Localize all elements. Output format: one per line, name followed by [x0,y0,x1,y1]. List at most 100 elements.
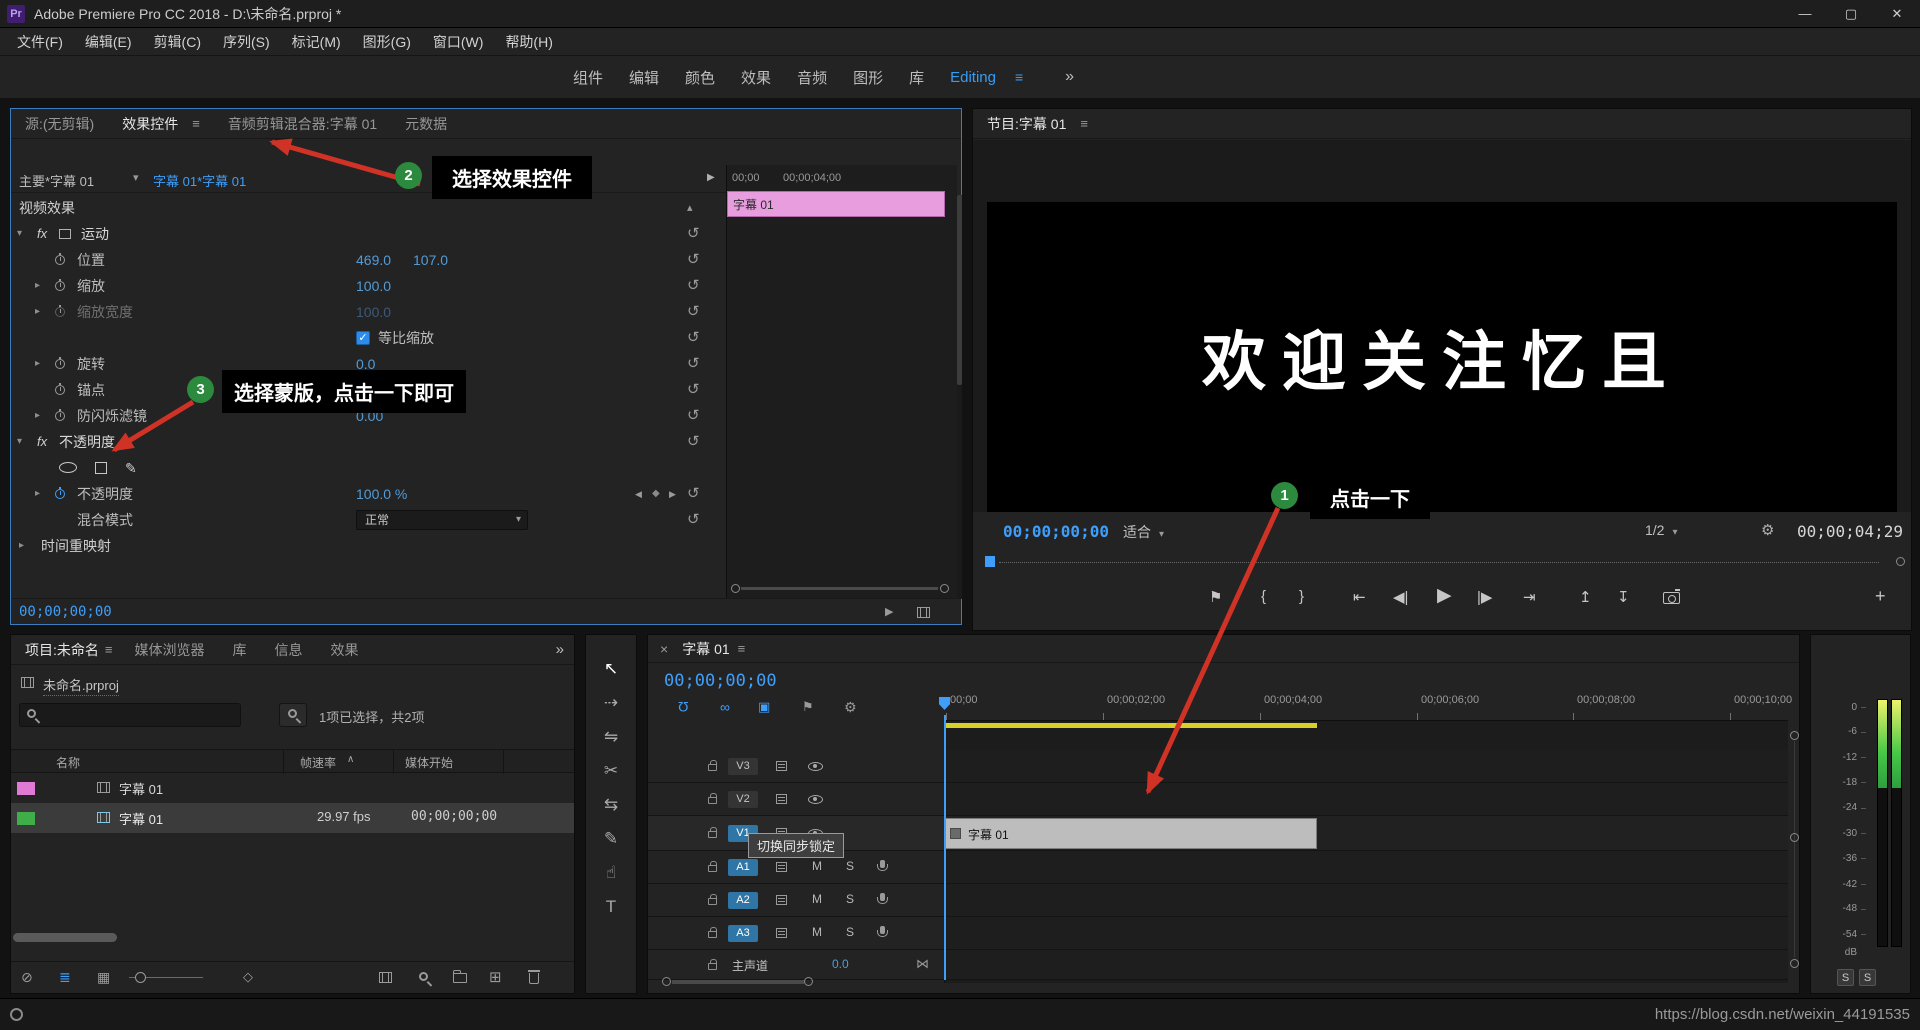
expander-icon[interactable]: ▾ [17,221,22,247]
eye-icon[interactable] [808,795,823,804]
slip-tool[interactable]: ⇆ [586,795,636,815]
close-tab-icon[interactable]: × [648,641,674,657]
settings-wrench-icon[interactable]: ⚙ [1761,521,1774,539]
tab-media-browser[interactable]: 媒体浏览器 [120,640,218,660]
tab-project[interactable]: 项目:未命名 [11,640,105,660]
track-name-v3[interactable]: V3 [728,758,758,775]
uniform-scale-checkbox[interactable]: ✓ [356,331,370,345]
sync-lock-icon[interactable] [776,895,787,905]
track-select-forward-tool[interactable]: ⇢ [586,693,636,713]
reset-button[interactable]: ↺ [687,299,700,325]
solo-left-button[interactable]: S [1837,969,1854,986]
zoom-handle[interactable] [1896,557,1905,566]
tab-effect-controls[interactable]: 效果控件 [108,114,192,134]
next-keyframe-icon[interactable]: ▶ [669,481,676,507]
reset-button[interactable]: ↺ [687,481,700,507]
lock-icon[interactable] [708,894,717,905]
expander-icon[interactable]: ▸ [35,273,40,299]
column-name[interactable]: 名称 [56,754,80,771]
fit-dropdown[interactable]: 适合 ▾ [1123,522,1164,542]
lock-icon[interactable] [708,827,717,838]
panel-menu-icon[interactable]: ≡ [192,116,200,131]
timeline-clip[interactable]: 字幕 01 [945,818,1317,849]
h-scroll-track[interactable] [672,980,804,984]
pen-tool[interactable]: ✎ [586,829,636,849]
prev-keyframe-icon[interactable]: ◀ [635,481,642,507]
zoom-slider-thumb[interactable] [135,972,146,983]
close-button[interactable]: ✕ [1874,0,1920,28]
export-frame-button[interactable] [1663,589,1680,604]
solo-right-button[interactable]: S [1859,969,1876,986]
item-name[interactable]: 字幕 01 [119,809,163,828]
tab-program-monitor[interactable]: 节目:字幕 01 [973,114,1080,134]
track-name-v2[interactable]: V2 [728,791,758,808]
track-lane-a3[interactable] [944,917,1788,950]
column-frame-rate[interactable]: 帧速率 [300,754,336,771]
h-scroll-handle-right[interactable] [804,977,813,986]
list-view-button[interactable]: ≣ [59,969,71,986]
automate-to-sequence-icon[interactable] [379,972,392,983]
workspace-tab-editing[interactable]: Editing [937,69,1009,86]
v-scroll-handle-mid[interactable] [1790,833,1799,842]
eye-icon[interactable] [808,762,823,771]
column-media-start[interactable]: 媒体开始 [405,754,453,771]
maximize-button[interactable]: ▢ [1828,0,1874,28]
go-to-in-button[interactable]: ⇤ [1353,588,1366,606]
workspace-tab-color[interactable]: 颜色 [672,67,728,88]
stopwatch-icon[interactable] [55,357,65,369]
sort-asc-icon[interactable]: ∧ [347,754,354,765]
reset-button[interactable]: ↺ [687,377,700,403]
master-clip-label[interactable]: 主要*字幕 01 [19,171,94,190]
item-name[interactable]: 字幕 01 [119,779,163,798]
program-playhead-handle[interactable] [985,556,995,567]
lock-icon[interactable] [708,760,717,771]
stopwatch-icon[interactable] [55,383,65,395]
scroll-handle-left[interactable] [731,584,740,593]
add-keyframe-icon[interactable]: ◆ [652,481,660,507]
position-y-value[interactable]: 107.0 [413,247,448,273]
reset-button[interactable]: ↺ [687,273,700,299]
rect-mask-icon[interactable] [95,462,107,474]
reset-button[interactable]: ↺ [687,429,700,455]
tab-audio-clip-mixer[interactable]: 音频剪辑混合器:字幕 01 [214,114,391,134]
effect-row-motion[interactable]: ▾ fx 运动 ↺ [11,221,725,247]
blend-mode-dropdown[interactable]: 正常 ▾ [356,510,528,530]
effect-row-opacity[interactable]: ▾ fx 不透明度 ↺ [11,429,725,455]
tab-metadata[interactable]: 元数据 [391,114,461,134]
type-tool[interactable]: T [586,897,636,917]
track-lane-a1[interactable] [944,851,1788,884]
track-lane-master[interactable] [944,950,1788,980]
solo-button[interactable]: S [846,925,854,939]
position-x-value[interactable]: 469.0 [356,247,391,273]
sync-lock-icon[interactable] [776,928,787,938]
search-input[interactable] [19,703,241,727]
minimize-button[interactable]: — [1782,0,1828,28]
menu-item-edit[interactable]: 编辑(E) [74,32,143,52]
keyframe-toggle-icon[interactable]: ⋈ [916,956,929,972]
workspace-tab-assembly[interactable]: 组件 [560,67,616,88]
workspace-tab-libraries[interactable]: 库 [896,67,937,88]
reset-button[interactable]: ↺ [687,507,700,533]
button-editor-button[interactable]: + [1875,586,1886,607]
master-track-value[interactable]: 0.0 [832,957,849,971]
mute-button[interactable]: M [812,892,822,906]
expander-icon[interactable]: ▸ [35,481,40,507]
track-name-a1[interactable]: A1 [728,859,758,876]
playback-resolution-dropdown[interactable]: 1/2 ▾ [1645,522,1678,538]
scale-value[interactable]: 100.0 [356,273,391,299]
ec-current-time[interactable]: 00;00;00;00 [19,604,112,620]
lock-icon[interactable] [708,959,717,970]
master-track-label[interactable]: 主声道 [732,957,768,974]
mic-icon[interactable] [877,860,888,871]
reset-button[interactable]: ↺ [687,351,700,377]
reset-button[interactable]: ↺ [687,403,700,429]
tabs-overflow-icon[interactable]: » [556,641,564,658]
program-current-time[interactable]: 00;00;00;00 [1003,522,1109,541]
v-scroll-handle-bottom[interactable] [1790,959,1799,968]
solo-button[interactable]: S [846,859,854,873]
project-row-sequence[interactable]: 字幕 01 [11,773,574,803]
ec-h-scrollbar[interactable] [731,584,949,593]
toggle-effects-icon[interactable] [917,607,930,618]
fx-badge[interactable]: fx [37,221,47,247]
track-name-a2[interactable]: A2 [728,892,758,909]
